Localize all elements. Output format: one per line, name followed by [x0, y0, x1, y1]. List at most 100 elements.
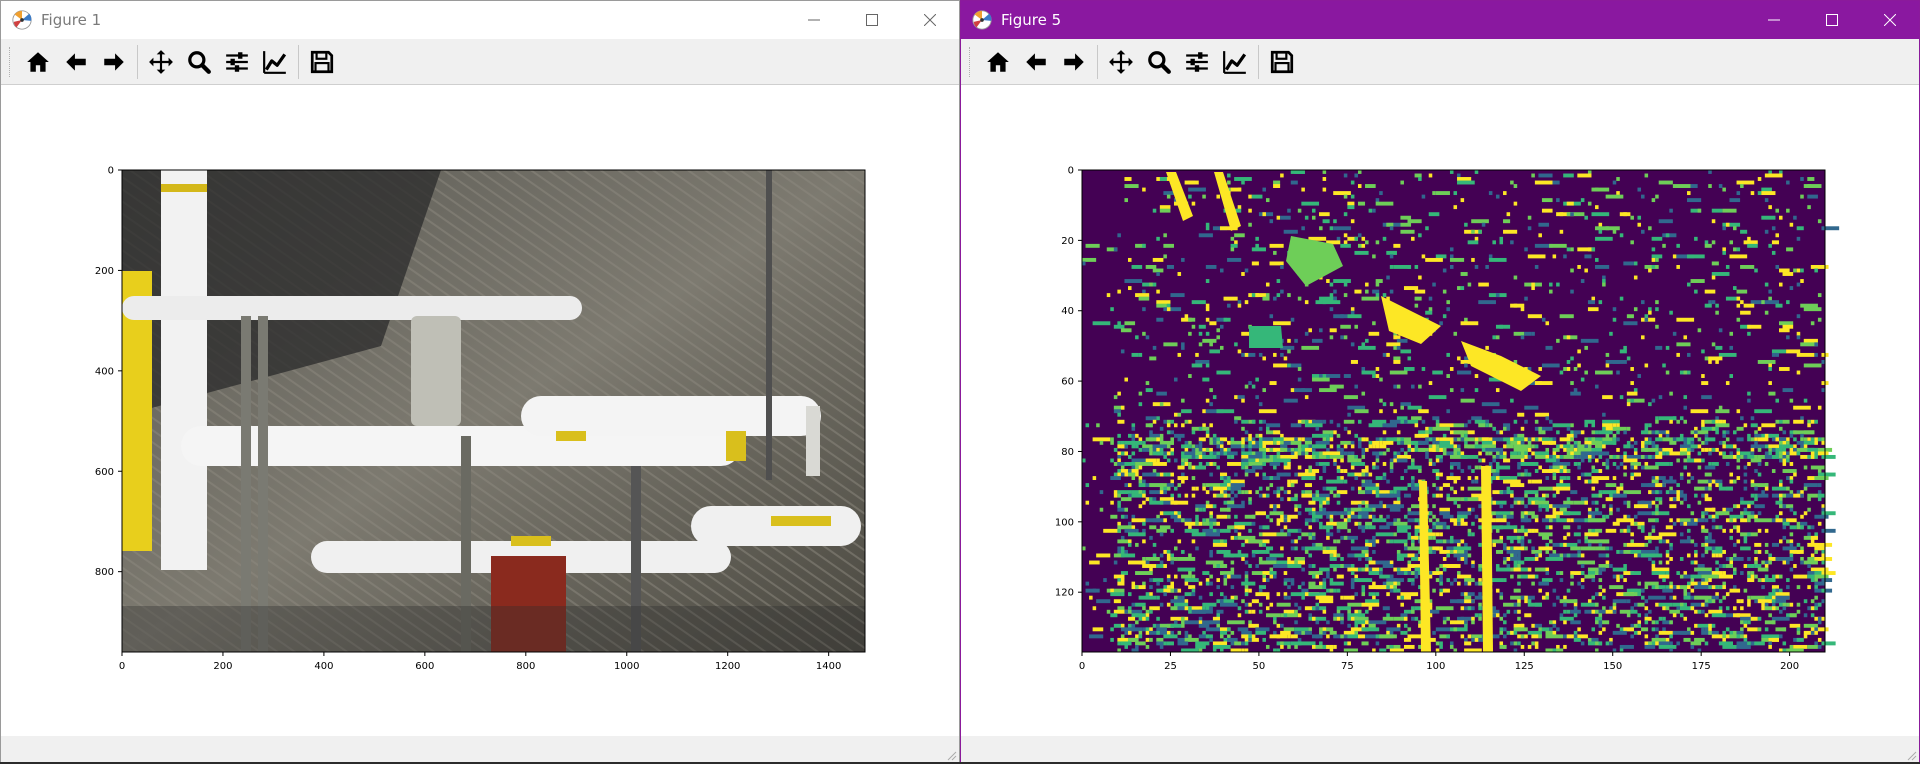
x-tick-label: 125	[1515, 661, 1534, 672]
y-tick-label: 800	[95, 567, 114, 578]
toolbar-grip[interactable]	[969, 46, 973, 77]
pan-button[interactable]	[144, 45, 178, 79]
back-button[interactable]	[59, 45, 93, 79]
save-icon	[1269, 49, 1295, 75]
status-bar	[961, 736, 1919, 763]
subplots-icon	[1184, 49, 1210, 75]
x-axis: 0 200 400 600 800 1000 1200 1400	[119, 652, 841, 672]
toolbar-separator	[1097, 44, 1098, 79]
customize-button[interactable]	[1218, 45, 1252, 79]
x-tick-label: 50	[1253, 661, 1266, 672]
x-tick-label: 100	[1426, 661, 1445, 672]
minimize-button[interactable]	[1745, 1, 1803, 39]
y-tick-label: 80	[1061, 447, 1074, 458]
figure-1-window[interactable]: Figure 1 0 200 400 600 800 1000 1200 140…	[0, 0, 960, 764]
y-axis: 0 20 40 60 80 100 120	[1055, 166, 1082, 599]
x-tick-label: 150	[1603, 661, 1622, 672]
y-tick-label: 400	[95, 366, 114, 377]
x-tick-label: 0	[119, 661, 125, 672]
x-tick-label: 200	[213, 661, 232, 672]
x-tick-label: 75	[1341, 661, 1354, 672]
window-title: Figure 1	[41, 11, 102, 29]
save-button[interactable]	[305, 45, 339, 79]
zoom-button[interactable]	[1142, 45, 1176, 79]
resize-grip-icon[interactable]	[947, 751, 957, 761]
toolbar-grip[interactable]	[9, 46, 13, 77]
title-bar[interactable]: Figure 1	[1, 1, 959, 39]
forward-button[interactable]	[97, 45, 131, 79]
y-tick-label: 120	[1055, 588, 1074, 599]
minimize-icon	[808, 19, 820, 21]
maximize-icon	[866, 14, 878, 26]
x-axis: 0 25 50 75 100 125 150 175 200	[1079, 652, 1799, 672]
forward-button[interactable]	[1057, 45, 1091, 79]
figure-5-window[interactable]: Figure 5 0 25 50 75 100 125 150 175 200 0 20 40 60 8…	[960, 0, 1920, 764]
figure-canvas[interactable]: 0 25 50 75 100 125 150 175 200 0 20 40 60 80 100 120	[961, 86, 1919, 738]
minimize-icon	[1768, 19, 1780, 21]
plot-axes[interactable]: 0 200 400 600 800 1000 1200 1400 0 200 400 600 800	[1, 86, 959, 738]
pan-button[interactable]	[1104, 45, 1138, 79]
y-tick-label: 0	[1068, 166, 1074, 177]
pan-icon	[148, 49, 174, 75]
y-axis: 0 200 400 600 800	[95, 166, 122, 578]
customize-icon	[1222, 49, 1248, 75]
zoom-button[interactable]	[182, 45, 216, 79]
customize-button[interactable]	[258, 45, 292, 79]
navigation-toolbar	[961, 39, 1919, 85]
back-icon	[1023, 49, 1049, 75]
subplots-icon	[224, 49, 250, 75]
figure-canvas[interactable]: 0 200 400 600 800 1000 1200 1400 0 200 400 600 800	[1, 86, 959, 738]
y-tick-label: 40	[1061, 306, 1074, 317]
forward-icon	[101, 49, 127, 75]
close-icon	[1884, 14, 1896, 26]
y-tick-label: 600	[95, 467, 114, 478]
x-tick-label: 1000	[614, 661, 639, 672]
y-tick-label: 20	[1061, 236, 1074, 247]
x-tick-label: 0	[1079, 661, 1085, 672]
close-icon	[924, 14, 936, 26]
resize-grip-icon[interactable]	[1907, 751, 1917, 761]
subplots-button[interactable]	[1180, 45, 1214, 79]
y-tick-label: 100	[1055, 517, 1074, 528]
save-button[interactable]	[1265, 45, 1299, 79]
x-tick-label: 1200	[715, 661, 740, 672]
matplotlib-logo-icon	[11, 9, 33, 31]
x-tick-label: 600	[415, 661, 434, 672]
title-bar[interactable]: Figure 5	[961, 1, 1919, 39]
home-icon	[25, 49, 51, 75]
photograph-image	[122, 170, 865, 652]
x-tick-label: 1400	[816, 661, 841, 672]
label-map-image	[1082, 170, 1840, 653]
home-button[interactable]	[21, 45, 55, 79]
customize-icon	[262, 49, 288, 75]
x-tick-label: 200	[1780, 661, 1799, 672]
maximize-icon	[1826, 14, 1838, 26]
toolbar-separator	[298, 44, 299, 79]
home-icon	[985, 49, 1011, 75]
matplotlib-logo-icon	[971, 9, 993, 31]
x-tick-label: 800	[516, 661, 535, 672]
x-tick-label: 25	[1164, 661, 1177, 672]
toolbar-separator	[137, 44, 138, 79]
navigation-toolbar	[1, 39, 959, 85]
y-tick-label: 200	[95, 266, 114, 277]
zoom-icon	[186, 49, 212, 75]
back-icon	[63, 49, 89, 75]
zoom-icon	[1146, 49, 1172, 75]
window-title: Figure 5	[1001, 11, 1062, 29]
minimize-button[interactable]	[785, 1, 843, 39]
subplots-button[interactable]	[220, 45, 254, 79]
home-button[interactable]	[981, 45, 1015, 79]
x-tick-label: 175	[1692, 661, 1711, 672]
forward-icon	[1061, 49, 1087, 75]
x-tick-label: 400	[314, 661, 333, 672]
y-tick-label: 0	[108, 166, 114, 177]
toolbar-separator	[1258, 44, 1259, 79]
pan-icon	[1108, 49, 1134, 75]
close-button[interactable]	[901, 1, 959, 39]
plot-axes[interactable]: 0 25 50 75 100 125 150 175 200 0 20 40 60 80 100 120	[961, 86, 1919, 738]
maximize-button[interactable]	[843, 1, 901, 39]
back-button[interactable]	[1019, 45, 1053, 79]
maximize-button[interactable]	[1803, 1, 1861, 39]
close-button[interactable]	[1861, 1, 1919, 39]
